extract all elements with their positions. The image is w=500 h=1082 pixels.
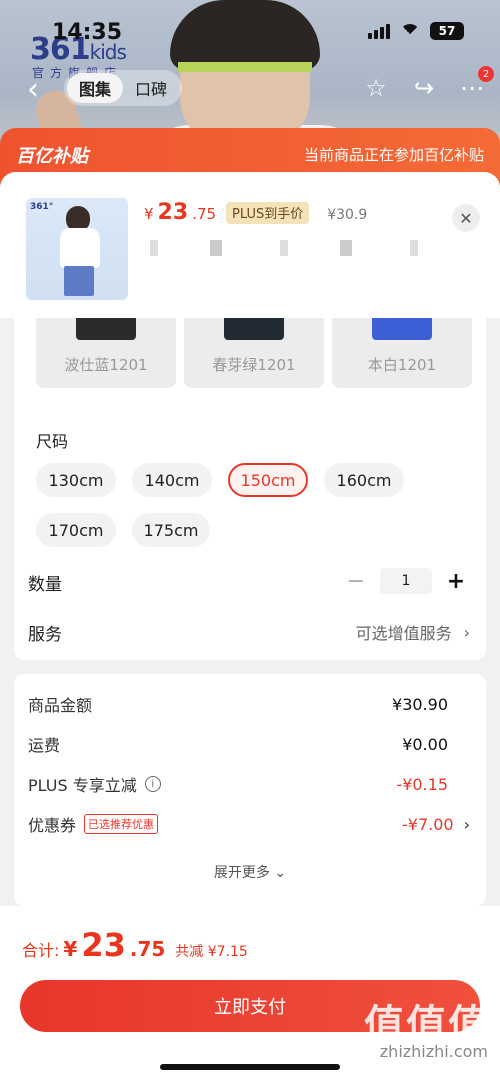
total-saved: 共减 ¥7.15 — [175, 944, 248, 960]
summary-value: -¥0.15 — [396, 774, 448, 794]
product-thumbnail[interactable]: 361° — [26, 198, 128, 300]
summary-label: 运费 — [28, 736, 61, 755]
top-actions: ☆ ↪ ⋯ 2 — [362, 66, 494, 102]
price-decimal: .75 — [192, 205, 217, 223]
total-price: 合计: ¥ 23 .75 共减 ¥7.15 — [22, 926, 248, 964]
status-icons: 57 — [368, 22, 464, 44]
size-option-170[interactable]: 170cm — [36, 513, 116, 547]
plus-price-tag: PLUS到手价 — [226, 201, 310, 224]
chevron-down-icon: ⌄ — [274, 865, 287, 881]
media-tabs: 图集 口碑 — [64, 70, 182, 106]
color-label: 春芽绿1201 — [212, 356, 296, 374]
total-integer: 23 — [81, 926, 126, 964]
selected-spec-blurred — [150, 240, 430, 256]
info-icon[interactable]: i — [144, 776, 161, 792]
size-option-130[interactable]: 130cm — [36, 463, 116, 497]
color-label: 波仕蓝1201 — [64, 356, 148, 374]
size-option-140[interactable]: 140cm — [132, 463, 212, 497]
summary-value: ¥30.90 — [392, 694, 448, 714]
color-option-blue[interactable]: 波仕蓝1201 — [36, 318, 176, 388]
signal-icon — [368, 23, 390, 39]
subsidy-text: 当前商品正在参加百亿补贴 — [303, 146, 484, 164]
plus-discount-label: PLUS 专享立减 — [28, 776, 137, 795]
total-decimal: .75 — [129, 937, 166, 961]
size-option-150[interactable]: 150cm — [228, 463, 308, 497]
size-option-160[interactable]: 160cm — [324, 463, 404, 497]
hero-hair — [170, 0, 320, 70]
price-integer: 23 — [157, 200, 189, 225]
chevron-right-icon: › — [463, 814, 470, 834]
more-icon[interactable]: ⋯ 2 — [458, 66, 494, 102]
chevron-right-icon: › — [463, 622, 470, 642]
favorite-star-icon[interactable]: ☆ — [362, 74, 390, 102]
color-label: 本白1201 — [367, 356, 437, 374]
color-option-white[interactable]: 本白1201 — [332, 318, 472, 388]
coupon-label: 优惠券 — [28, 816, 77, 835]
quantity-input[interactable]: 1 — [380, 568, 432, 594]
service-label: 服务 — [28, 625, 62, 645]
size-section-label: 尺码 — [36, 432, 69, 451]
summary-label: 商品金额 — [28, 696, 93, 715]
quantity-label: 数量 — [28, 575, 62, 595]
quantity-stepper: − 1 + — [346, 568, 466, 594]
product-price: ¥ 23 .75 PLUS到手价 ¥30.9 — [144, 200, 367, 225]
wifi-icon — [400, 24, 420, 44]
summary-label: PLUS 专享立减 i — [28, 772, 161, 796]
coupon-value: -¥7.00 — [402, 814, 454, 834]
summary-row-plus-discount: PLUS 专享立减 i -¥0.15 — [28, 772, 470, 796]
service-selector[interactable]: 可选增值服务 › — [356, 620, 470, 644]
color-options: 波仕蓝1201 春芽绿1201 本白1201 — [36, 318, 500, 390]
hero-headband — [178, 62, 312, 72]
service-value: 可选增值服务 — [355, 624, 452, 643]
watermark-url: zhizhizhi.com — [379, 1042, 488, 1061]
expand-more-button[interactable]: 展开更多 ⌄ — [0, 862, 500, 882]
tab-reviews[interactable]: 口碑 — [123, 73, 179, 103]
size-option-175[interactable]: 175cm — [132, 513, 210, 547]
battery-icon: 57 — [430, 22, 464, 40]
share-icon[interactable]: ↪ — [410, 74, 438, 102]
original-price: ¥30.9 — [327, 207, 368, 223]
summary-row-coupon[interactable]: 优惠券 已选推荐优惠 -¥7.00 › — [28, 812, 470, 836]
summary-value: ¥0.00 — [402, 734, 448, 754]
summary-label: 优惠券 已选推荐优惠 — [28, 812, 159, 836]
subsidy-logo: 百亿补贴 — [16, 146, 88, 167]
price-currency: ¥ — [144, 205, 154, 223]
summary-value: -¥7.00 › — [402, 815, 470, 834]
summary-row-shipping: 运费 ¥0.00 — [28, 732, 470, 756]
notification-badge: 2 — [478, 66, 494, 82]
quantity-minus-button[interactable]: − — [346, 569, 366, 594]
thumb-logo: 361° — [30, 202, 54, 212]
home-indicator[interactable] — [160, 1064, 340, 1070]
total-label: 合计: — [22, 941, 60, 960]
back-icon[interactable]: ‹ — [22, 72, 44, 107]
coupon-tag: 已选推荐优惠 — [84, 814, 159, 834]
tab-gallery[interactable]: 图集 — [67, 73, 123, 103]
quantity-plus-button[interactable]: + — [446, 569, 466, 594]
expand-label: 展开更多 — [213, 865, 270, 881]
total-currency: ¥ — [63, 937, 78, 961]
color-option-green[interactable]: 春芽绿1201 — [184, 318, 324, 388]
summary-row-subtotal: 商品金额 ¥30.90 — [28, 692, 470, 716]
close-button[interactable]: ✕ — [452, 204, 480, 232]
status-time: 14:35 — [52, 20, 123, 45]
